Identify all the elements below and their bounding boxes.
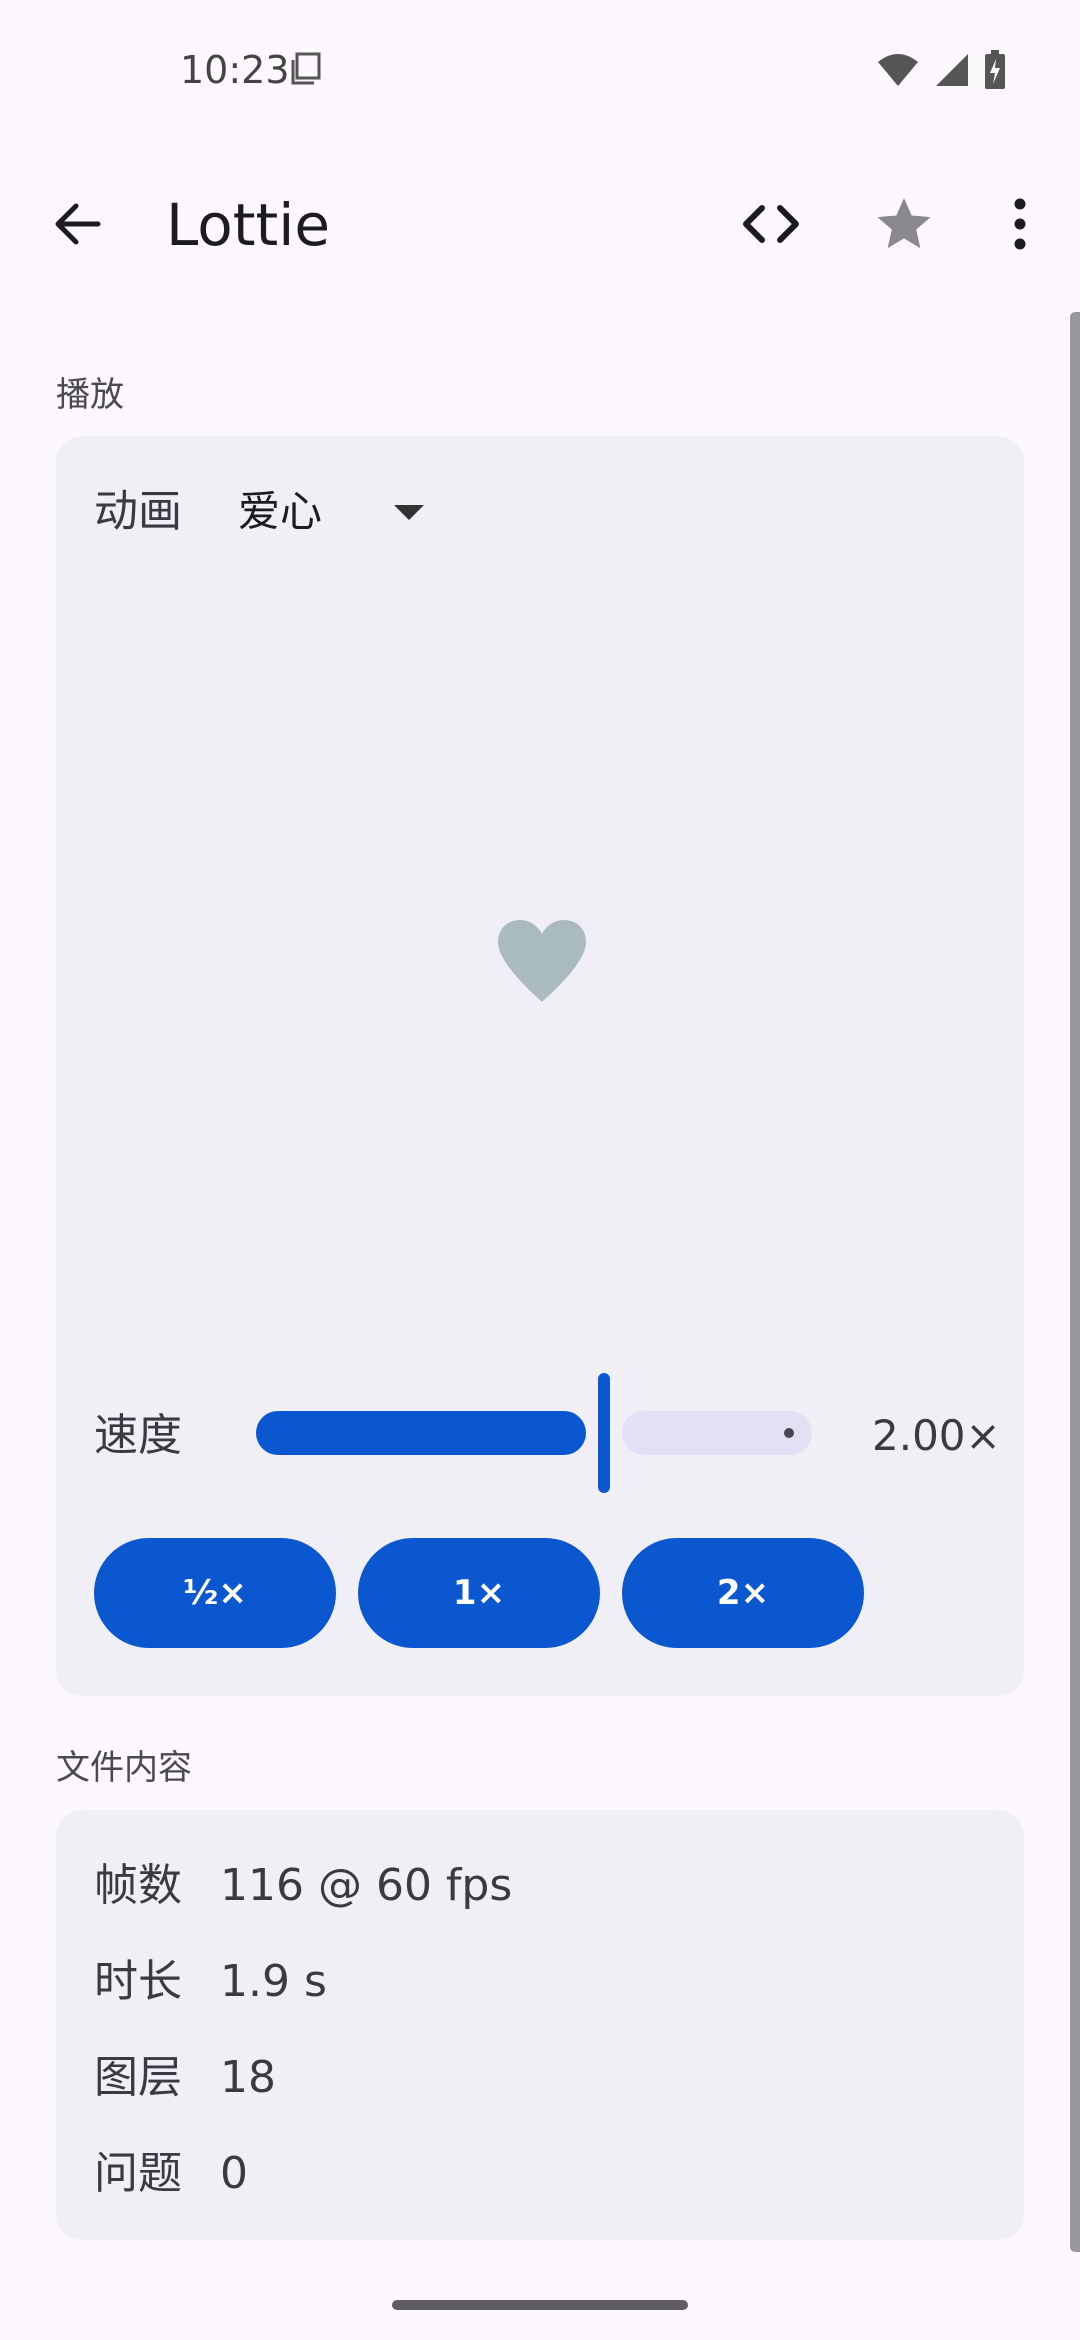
file-contents-section-label: 文件内容 (56, 1748, 192, 1788)
screenshot-notification-icon (291, 52, 321, 85)
info-row-duration: 时长 1.9 s (94, 1954, 327, 2010)
info-value: 0 (220, 2148, 248, 2199)
info-value: 116 @ 60 fps (220, 1860, 513, 1911)
preset-half-speed-button[interactable]: ½× (94, 1538, 336, 1648)
info-key: 时长 (94, 1956, 182, 2007)
speed-label: 速度 (94, 1410, 182, 1461)
slider-active-track (256, 1411, 586, 1455)
info-value: 18 (220, 2052, 276, 2103)
code-icon[interactable] (740, 196, 802, 252)
animation-label: 动画 (94, 486, 182, 537)
star-icon[interactable] (874, 194, 934, 254)
slider-thumb[interactable] (598, 1373, 610, 1493)
cellular-signal-icon (936, 54, 968, 86)
info-key: 问题 (94, 2148, 182, 2199)
home-indicator[interactable] (392, 2300, 688, 2310)
slider-stop-indicator (784, 1428, 794, 1438)
playback-section-label: 播放 (56, 375, 124, 415)
preset-1x-speed-button[interactable]: 1× (358, 1538, 600, 1648)
dropdown-arrow-icon (394, 504, 425, 520)
page-title: Lottie (166, 191, 331, 259)
animation-dropdown-value: 爱心 (238, 487, 323, 536)
info-value: 1.9 s (220, 1956, 327, 2007)
status-icons (876, 50, 1006, 90)
more-vert-icon[interactable] (1000, 194, 1040, 254)
wifi-icon (878, 54, 918, 86)
info-row-layers: 图层 18 (94, 2050, 276, 2106)
info-row-frames: 帧数 116 @ 60 fps (94, 1858, 512, 1914)
back-arrow-icon[interactable] (50, 196, 106, 252)
info-key: 图层 (94, 2052, 182, 2103)
animation-dropdown[interactable]: 爱心 (238, 476, 438, 548)
speed-value: 2.00× (872, 1411, 1001, 1460)
info-key: 帧数 (94, 1860, 182, 1911)
playback-card (56, 436, 1024, 1696)
heart-animation (498, 920, 586, 1002)
battery-charging-icon (985, 50, 1005, 89)
speed-slider[interactable] (256, 1370, 812, 1496)
status-time: 10:23 (180, 48, 290, 92)
info-row-issues: 问题 0 (94, 2146, 248, 2202)
preset-2x-speed-button[interactable]: 2× (622, 1538, 864, 1648)
scrollbar[interactable] (1070, 312, 1080, 2252)
